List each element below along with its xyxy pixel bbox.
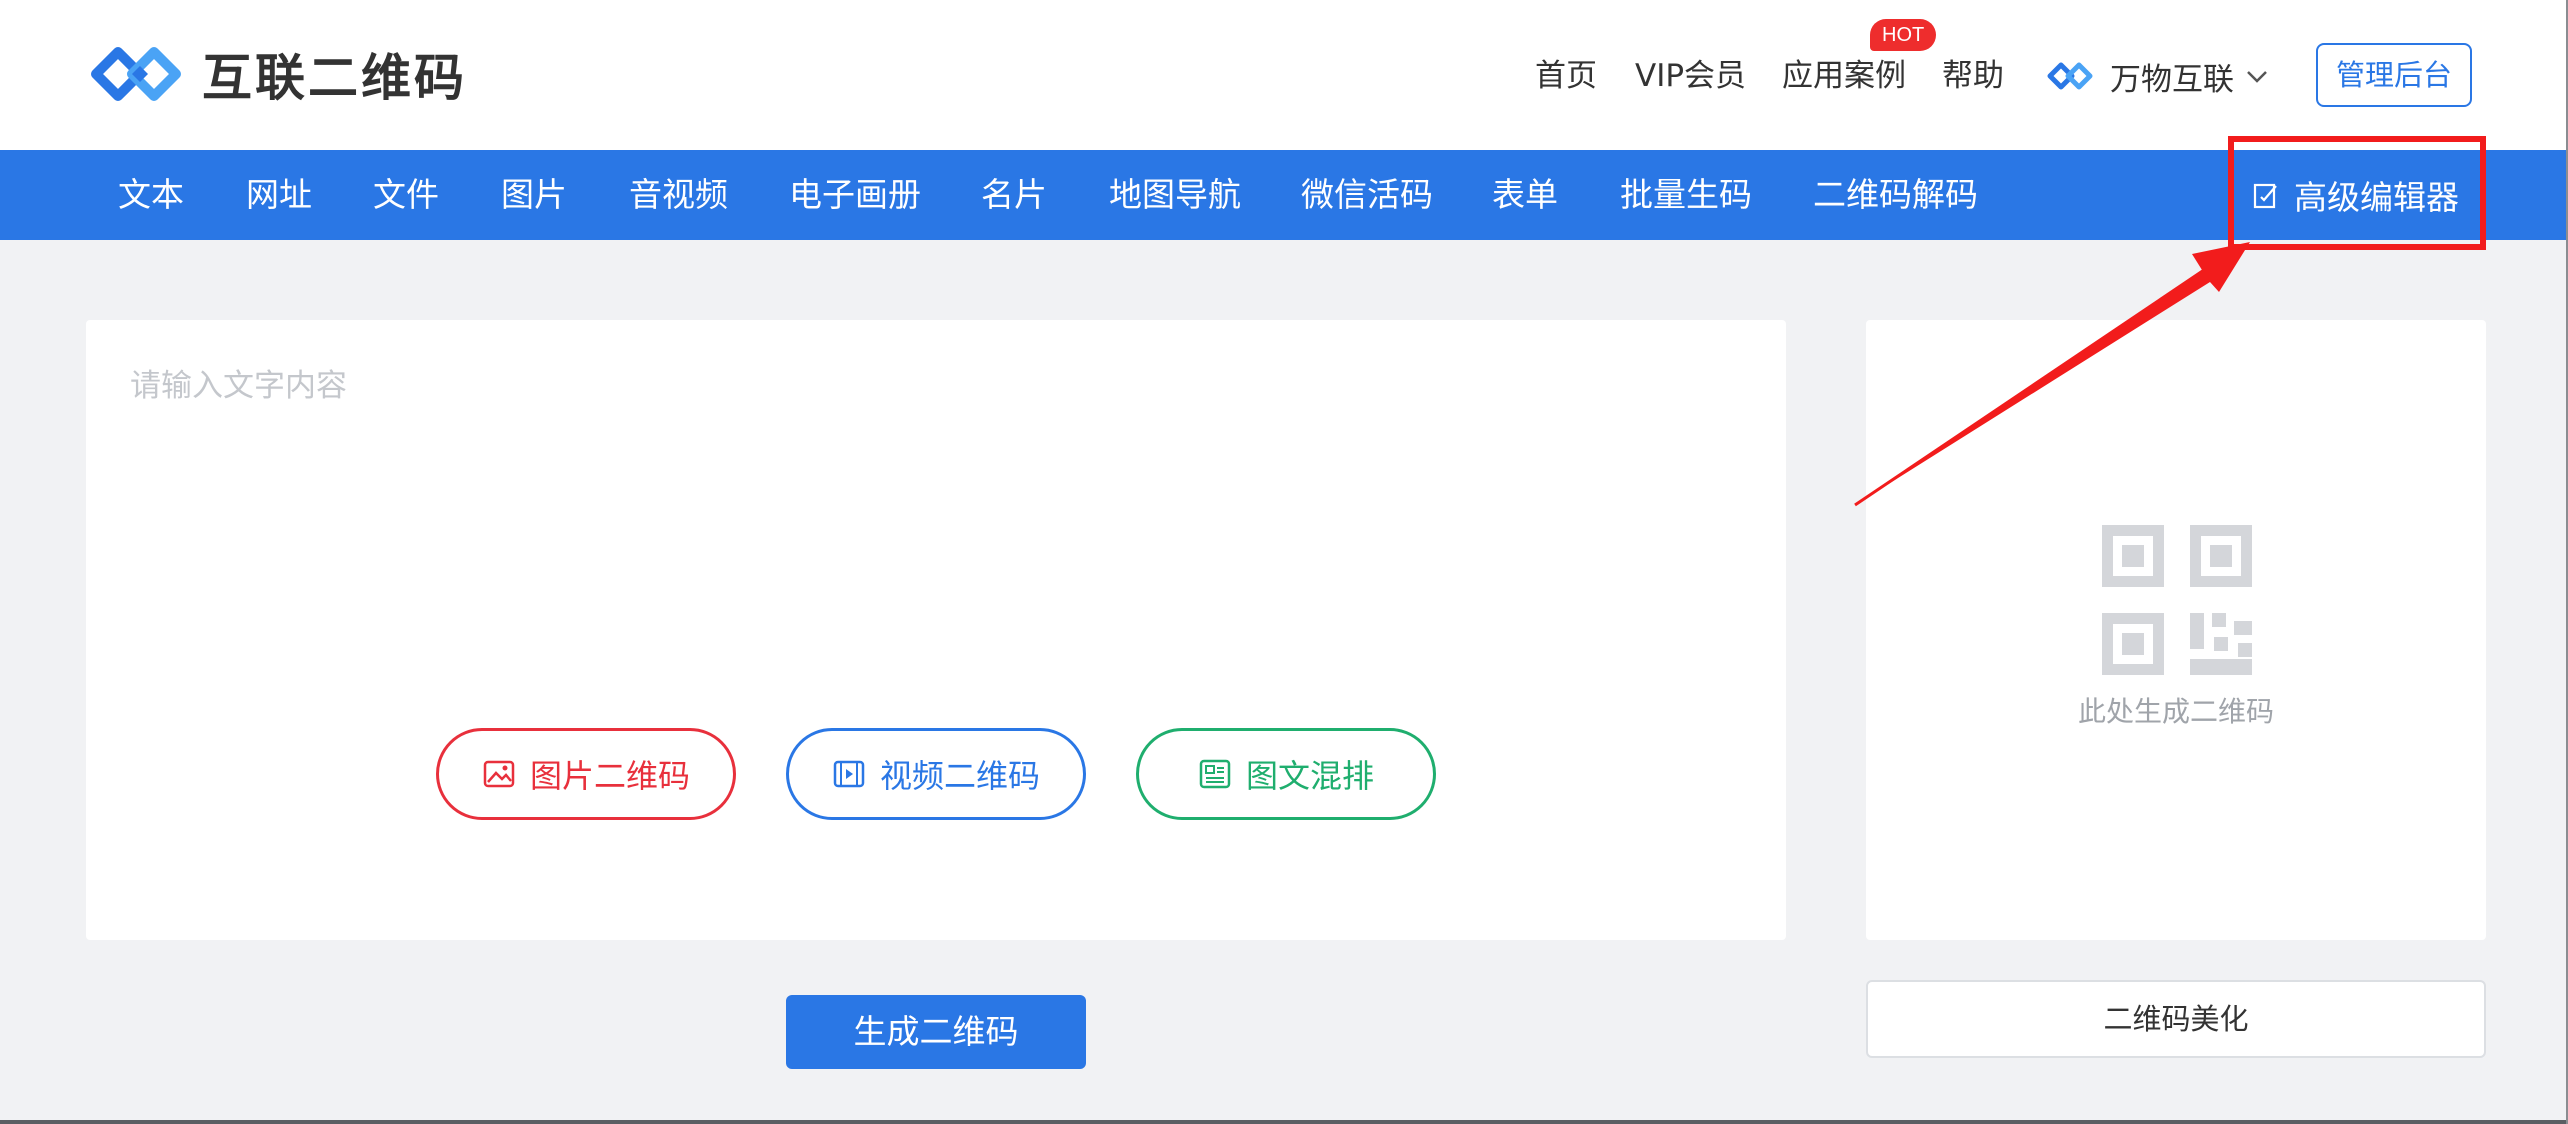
tab-image[interactable]: 图片 bbox=[501, 150, 567, 240]
annotation-highlight-box bbox=[2228, 136, 2486, 250]
article-icon bbox=[1199, 759, 1231, 789]
content-editor-card: 图片二维码 视频二维码 图文混排 bbox=[86, 320, 1786, 940]
tab-wechat-live-code[interactable]: 微信活码 bbox=[1301, 150, 1433, 240]
nav-vip-link[interactable]: VIP会员 bbox=[1635, 54, 1746, 98]
top-header: 互联二维码 首页 VIP会员 应用案例 HOT 帮助 万物互联 管理后台 bbox=[0, 0, 2568, 150]
mixed-layout-label: 图文混排 bbox=[1245, 757, 1374, 795]
tab-form[interactable]: 表单 bbox=[1492, 150, 1558, 240]
top-nav: 首页 VIP会员 应用案例 HOT 帮助 万物互联 管理后台 bbox=[0, 0, 2568, 150]
tab-map-navigation[interactable]: 地图导航 bbox=[1109, 150, 1241, 240]
image-qr-button[interactable]: 图片二维码 bbox=[436, 728, 736, 820]
image-icon bbox=[483, 760, 515, 788]
qr-code-icon bbox=[2102, 525, 2252, 675]
tab-audio-video[interactable]: 音视频 bbox=[629, 150, 728, 240]
video-qr-label: 视频二维码 bbox=[879, 757, 1040, 795]
page: 互联二维码 首页 VIP会员 应用案例 HOT 帮助 万物互联 管理后台 文本 bbox=[0, 0, 2568, 1124]
admin-console-button[interactable]: 管理后台 bbox=[2316, 43, 2472, 107]
text-content-input[interactable] bbox=[130, 360, 1730, 660]
nav-cases-link[interactable]: 应用案例 bbox=[1782, 54, 1906, 98]
category-tabbar: 文本 网址 文件 图片 音视频 电子画册 名片 地图导航 微信活码 表单 批量生… bbox=[0, 150, 2568, 240]
brand-dropdown[interactable]: 万物互联 bbox=[2046, 54, 2270, 98]
mixed-layout-button[interactable]: 图文混排 bbox=[1136, 728, 1436, 820]
window-bottom-border bbox=[0, 1120, 2568, 1124]
brand-name: 万物互联 bbox=[2110, 61, 2234, 98]
qr-preview-card: 此处生成二维码 bbox=[1866, 320, 2486, 940]
nav-help-link[interactable]: 帮助 bbox=[1942, 54, 2004, 98]
tab-batch-generate[interactable]: 批量生码 bbox=[1620, 150, 1752, 240]
image-qr-label: 图片二维码 bbox=[529, 757, 690, 795]
tab-file[interactable]: 文件 bbox=[373, 150, 439, 240]
nav-home-link[interactable]: 首页 bbox=[1535, 54, 1597, 98]
qr-beautify-button[interactable]: 二维码美化 bbox=[1866, 980, 2486, 1058]
chain-link-icon bbox=[2047, 62, 2093, 90]
video-qr-button[interactable]: 视频二维码 bbox=[786, 728, 1086, 820]
tab-qr-decode[interactable]: 二维码解码 bbox=[1813, 150, 1978, 240]
tab-business-card[interactable]: 名片 bbox=[981, 150, 1047, 240]
qr-preview-hint: 此处生成二维码 bbox=[2077, 695, 2274, 728]
tab-url[interactable]: 网址 bbox=[246, 150, 312, 240]
hot-badge: HOT bbox=[1870, 19, 1937, 51]
video-icon bbox=[833, 760, 865, 788]
tab-ebook[interactable]: 电子画册 bbox=[789, 150, 921, 240]
generate-qr-button[interactable]: 生成二维码 bbox=[786, 995, 1086, 1069]
tab-text[interactable]: 文本 bbox=[118, 150, 184, 240]
chevron-down-icon bbox=[2247, 71, 2267, 83]
